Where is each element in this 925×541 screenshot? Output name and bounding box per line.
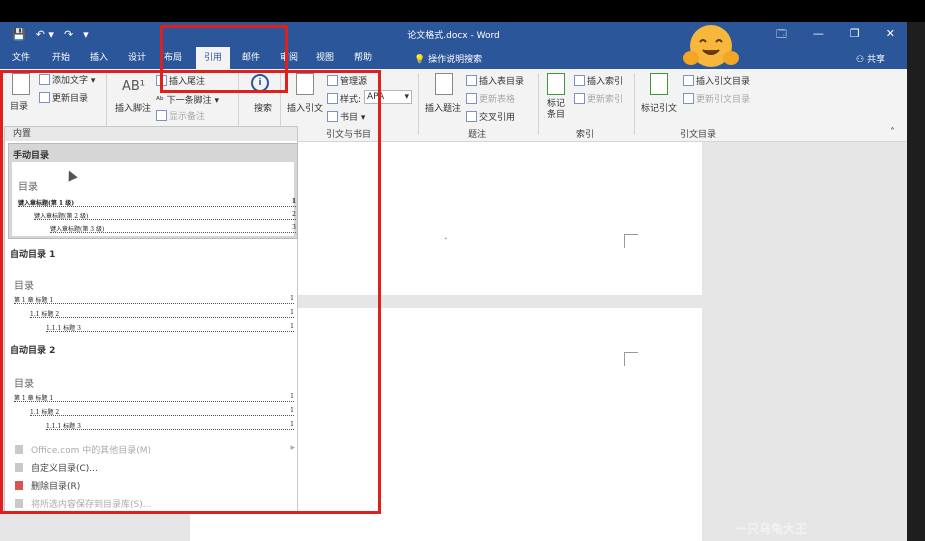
tab-home[interactable]: 开始 bbox=[48, 47, 74, 69]
table-of-figures-icon bbox=[466, 75, 477, 86]
update-authorities-icon bbox=[683, 93, 694, 104]
table-of-authorities-icon bbox=[683, 75, 694, 86]
ribbon-display-options-icon[interactable]: 🗔 bbox=[776, 27, 787, 44]
restore-button[interactable]: ❐ bbox=[850, 27, 860, 40]
lightbulb-icon: 💡 bbox=[414, 55, 429, 65]
close-button[interactable]: ✕ bbox=[886, 27, 895, 40]
mark-entry-button[interactable]: 标记 条目 bbox=[547, 99, 565, 121]
insert-index-button[interactable]: 插入索引 bbox=[574, 74, 623, 87]
margin-mark bbox=[624, 352, 638, 366]
group-label-authorities: 引文目录 bbox=[680, 130, 717, 140]
insert-table-of-figures-button[interactable]: 插入表目录 bbox=[466, 74, 524, 87]
separator bbox=[538, 73, 539, 135]
separator bbox=[634, 73, 635, 135]
highlight-box bbox=[0, 70, 381, 514]
ribbon-tabs: 文件 开始 插入 设计 布局 引用 邮件 审阅 视图 帮助 💡 操作说明搜索 ⚇… bbox=[0, 47, 907, 69]
document-title: 论文格式.docx - Word bbox=[407, 31, 500, 41]
insert-index-icon bbox=[574, 75, 585, 86]
hugging-face-emoji-icon bbox=[683, 25, 739, 67]
update-index-button[interactable]: 更新索引 bbox=[574, 92, 623, 105]
paragraph-mark: ᐩ bbox=[444, 236, 448, 246]
update-table-button[interactable]: 更新表格 bbox=[466, 92, 515, 105]
collapse-ribbon-icon[interactable]: ˄ bbox=[890, 127, 895, 138]
group-label-captions: 题注 bbox=[468, 130, 487, 140]
background-desktop-strip bbox=[907, 22, 925, 541]
cross-reference-icon bbox=[466, 111, 477, 122]
cross-reference-button[interactable]: 交叉引用 bbox=[466, 110, 515, 123]
update-index-icon bbox=[574, 93, 585, 104]
person-icon: ⚇ bbox=[856, 55, 867, 65]
insert-caption-icon bbox=[435, 73, 453, 95]
watermark-text: 一只乌龟大王 bbox=[735, 522, 808, 536]
insert-table-of-authorities-button[interactable]: 插入引文目录 bbox=[683, 74, 750, 87]
tab-insert[interactable]: 插入 bbox=[86, 47, 112, 69]
chevron-down-icon: ▾ bbox=[404, 92, 409, 102]
title-bar: 💾 ↶ ▾ ↷ ▾ 论文格式.docx - Word 🗔 — ❐ ✕ bbox=[0, 22, 907, 47]
update-table-of-authorities-button[interactable]: 更新引文目录 bbox=[683, 92, 750, 105]
tell-me-search[interactable]: 💡 操作说明搜索 bbox=[414, 52, 482, 65]
tab-view[interactable]: 视图 bbox=[312, 47, 338, 69]
minimize-button[interactable]: — bbox=[813, 27, 824, 40]
mark-entry-icon bbox=[547, 73, 565, 95]
mark-citation-button[interactable]: 标记引文 bbox=[641, 101, 677, 114]
tab-file[interactable]: 文件 bbox=[8, 47, 34, 69]
insert-caption-button[interactable]: 插入题注 bbox=[425, 101, 461, 114]
update-table-icon bbox=[466, 93, 477, 104]
group-label-index: 索引 bbox=[576, 130, 595, 140]
share-button[interactable]: ⚇ 共享 bbox=[856, 52, 885, 65]
mark-citation-icon bbox=[650, 73, 668, 95]
margin-mark bbox=[624, 234, 638, 248]
tab-design[interactable]: 设计 bbox=[124, 47, 150, 69]
tab-help[interactable]: 帮助 bbox=[350, 47, 376, 69]
window-controls: — ❐ ✕ bbox=[813, 27, 895, 40]
separator bbox=[418, 73, 419, 135]
screen-top-bar bbox=[0, 0, 925, 22]
